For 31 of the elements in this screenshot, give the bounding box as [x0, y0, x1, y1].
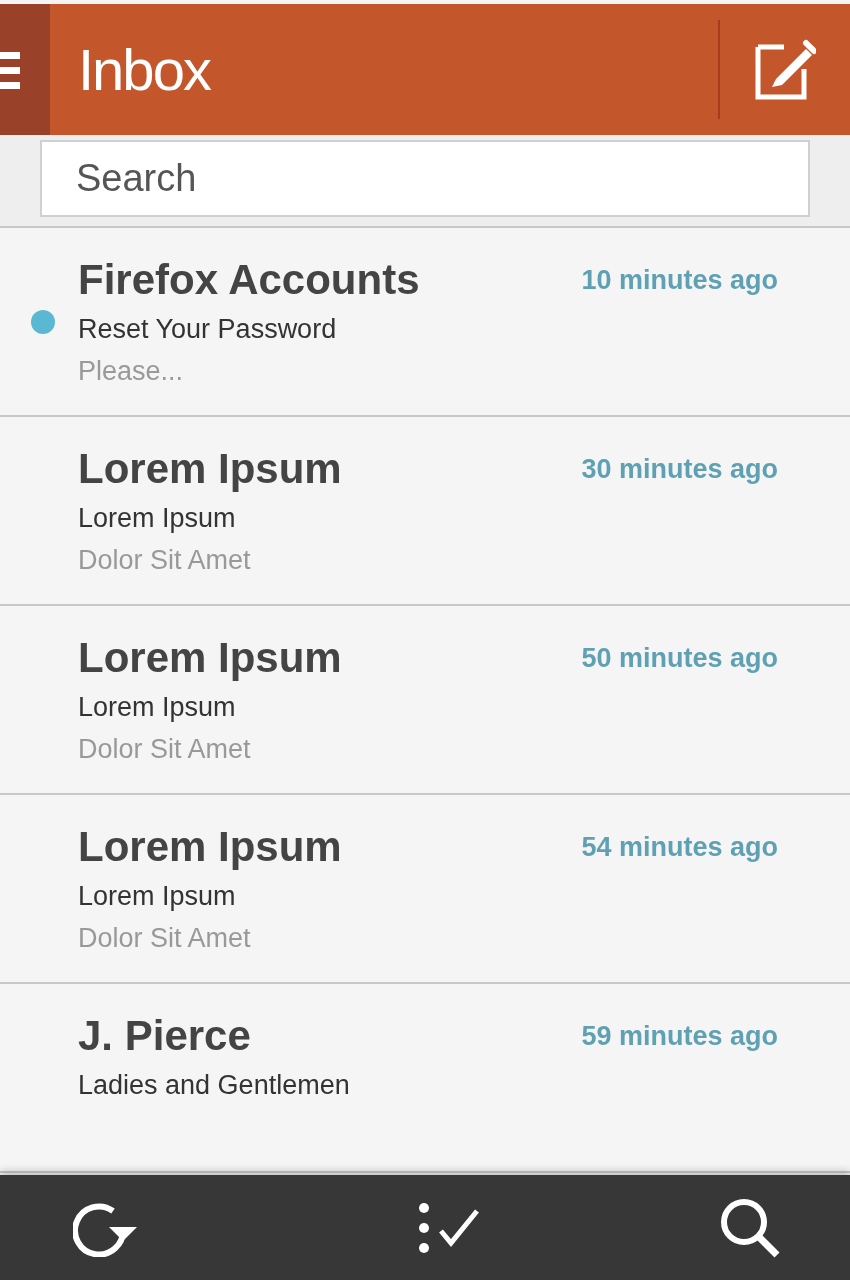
- message-subject: Lorem Ipsum: [78, 502, 237, 535]
- sender-name: Lorem Ipsum: [78, 633, 342, 683]
- sender-name: J. Pierce: [78, 1011, 251, 1061]
- message-subject: Reset Your Password: [78, 313, 338, 346]
- message-time: 50 minutes ago: [581, 642, 778, 675]
- message-preview: Dolor Sit Amet: [78, 544, 252, 577]
- message-subject: Ladies and Gentlemen: [78, 1069, 351, 1102]
- menu-button[interactable]: [0, 4, 50, 135]
- message-time: 30 minutes ago: [581, 453, 778, 486]
- sender-name: Firefox Accounts: [78, 255, 420, 305]
- message-time: 59 minutes ago: [581, 1020, 778, 1053]
- message-time: 10 minutes ago: [581, 264, 778, 297]
- message-preview: Dolor Sit Amet: [78, 733, 252, 766]
- window-title: Inbox: [78, 36, 210, 104]
- message-row[interactable]: Lorem Ipsum 50 minutes ago Lorem Ipsum Dolor Sit Amet: [0, 606, 850, 795]
- sender-name: Lorem Ipsum: [78, 822, 342, 872]
- sender-name: Lorem Ipsum: [78, 444, 342, 494]
- message-row[interactable]: J. Pierce 59 minutes ago Ladies and Gentlemen: [0, 984, 850, 1173]
- message-preview: Dolor Sit Amet: [78, 922, 252, 955]
- select-icon: [419, 1203, 481, 1253]
- message-preview: Please...: [78, 355, 185, 388]
- message-time: 54 minutes ago: [581, 831, 778, 864]
- message-row[interactable]: Lorem Ipsum 30 minutes ago Lorem Ipsum Dolor Sit Amet: [0, 417, 850, 606]
- message-subject: Lorem Ipsum: [78, 691, 237, 724]
- message-row[interactable]: Firefox Accounts 10 minutes ago Reset Your Password Please...: [0, 228, 850, 417]
- message-subject: Lorem Ipsum: [78, 880, 237, 913]
- message-row[interactable]: Lorem Ipsum 54 minutes ago Lorem Ipsum Dolor Sit Amet: [0, 795, 850, 984]
- menu-icon: [0, 49, 20, 90]
- search-icon: [719, 1197, 781, 1259]
- search-field[interactable]: Search: [40, 140, 810, 217]
- compose-icon: [754, 38, 816, 101]
